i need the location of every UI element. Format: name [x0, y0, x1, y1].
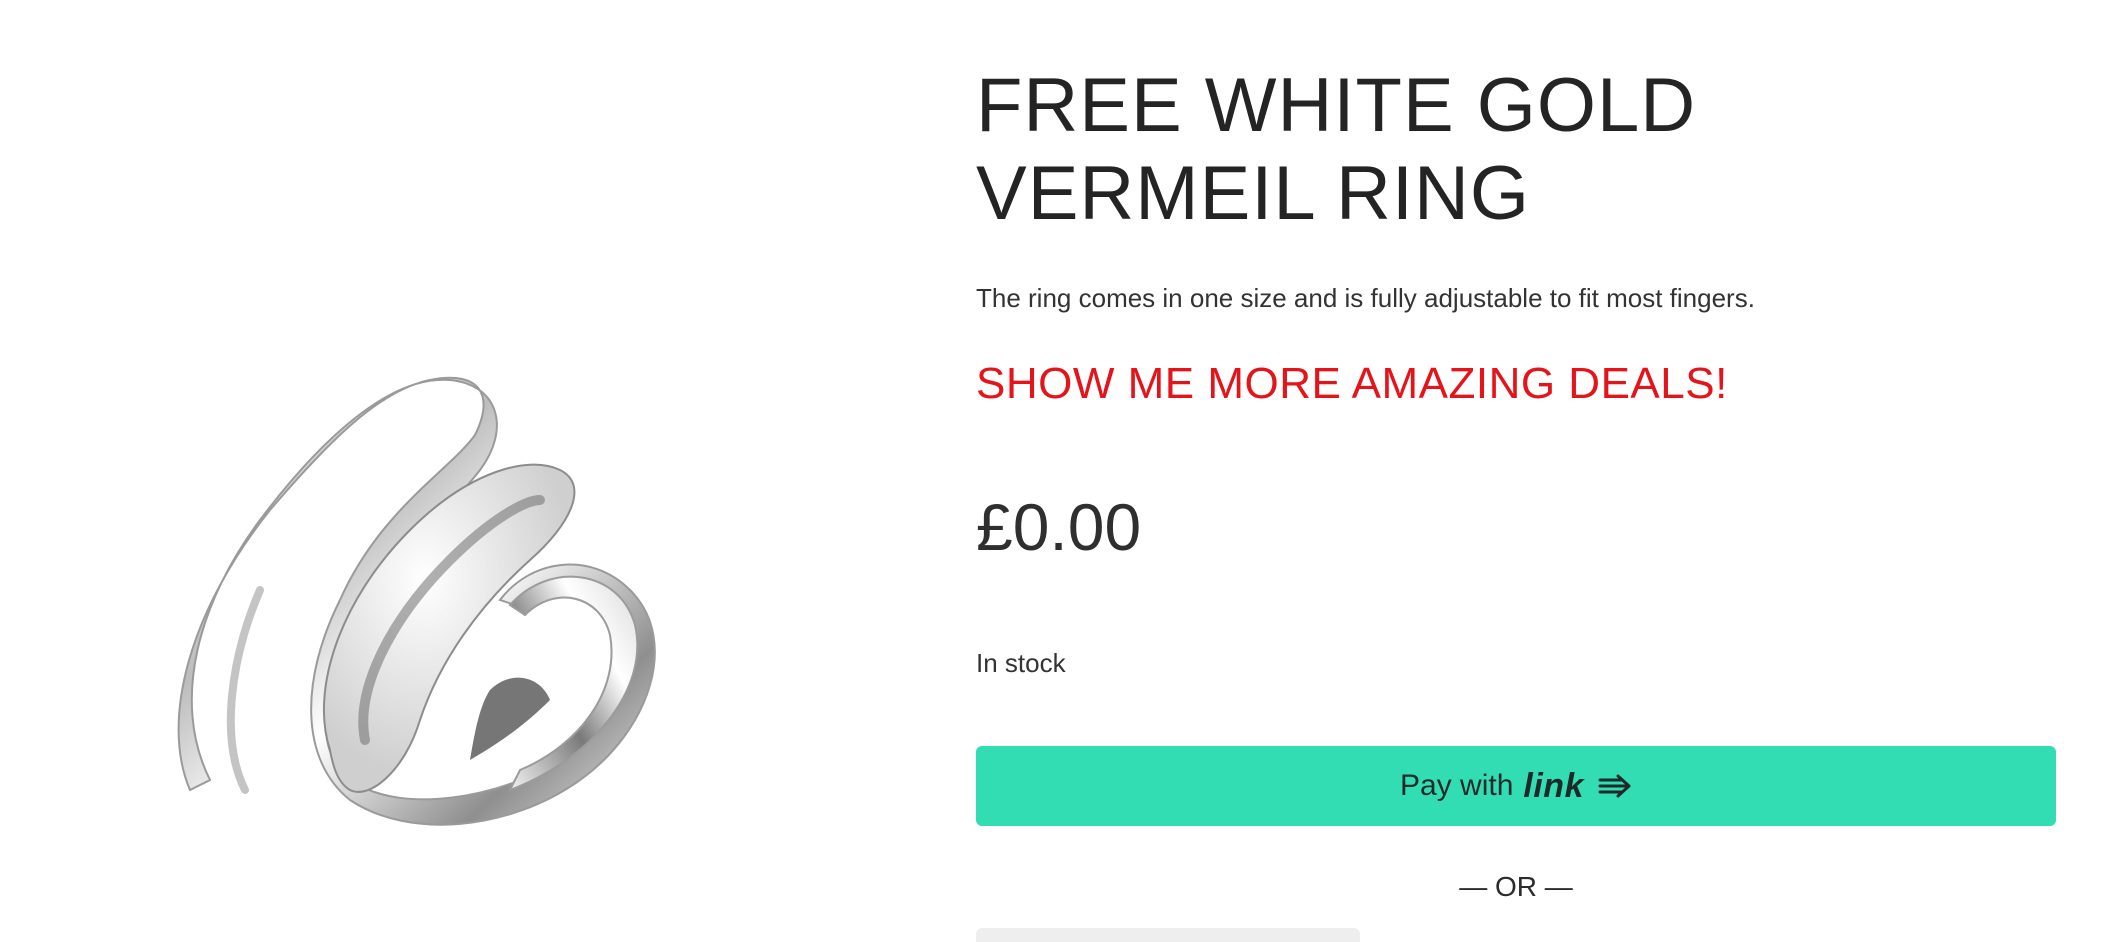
ring-image[interactable] [150, 360, 710, 900]
amazing-deals-link[interactable]: SHOW ME MORE AMAZING DEALS! [976, 356, 1728, 412]
stock-status: In stock [976, 648, 1066, 678]
arrow-icon [1598, 774, 1632, 798]
pay-with-link-button[interactable]: Pay with link [976, 746, 2056, 826]
product-price: £0.00 [976, 490, 1142, 564]
pay-with-label: Pay with [1400, 769, 1514, 802]
product-media [0, 0, 880, 942]
product-info: FREE WHITE GOLD VERMEIL RING The ring co… [976, 0, 2056, 942]
secondary-payment-button[interactable] [976, 928, 1360, 942]
product-description: The ring comes in one size and is fully … [976, 283, 1755, 313]
product-title: FREE WHITE GOLD VERMEIL RING [976, 63, 1697, 236]
link-brand-label: link [1523, 766, 1584, 805]
or-divider: — OR — [1459, 871, 1573, 902]
